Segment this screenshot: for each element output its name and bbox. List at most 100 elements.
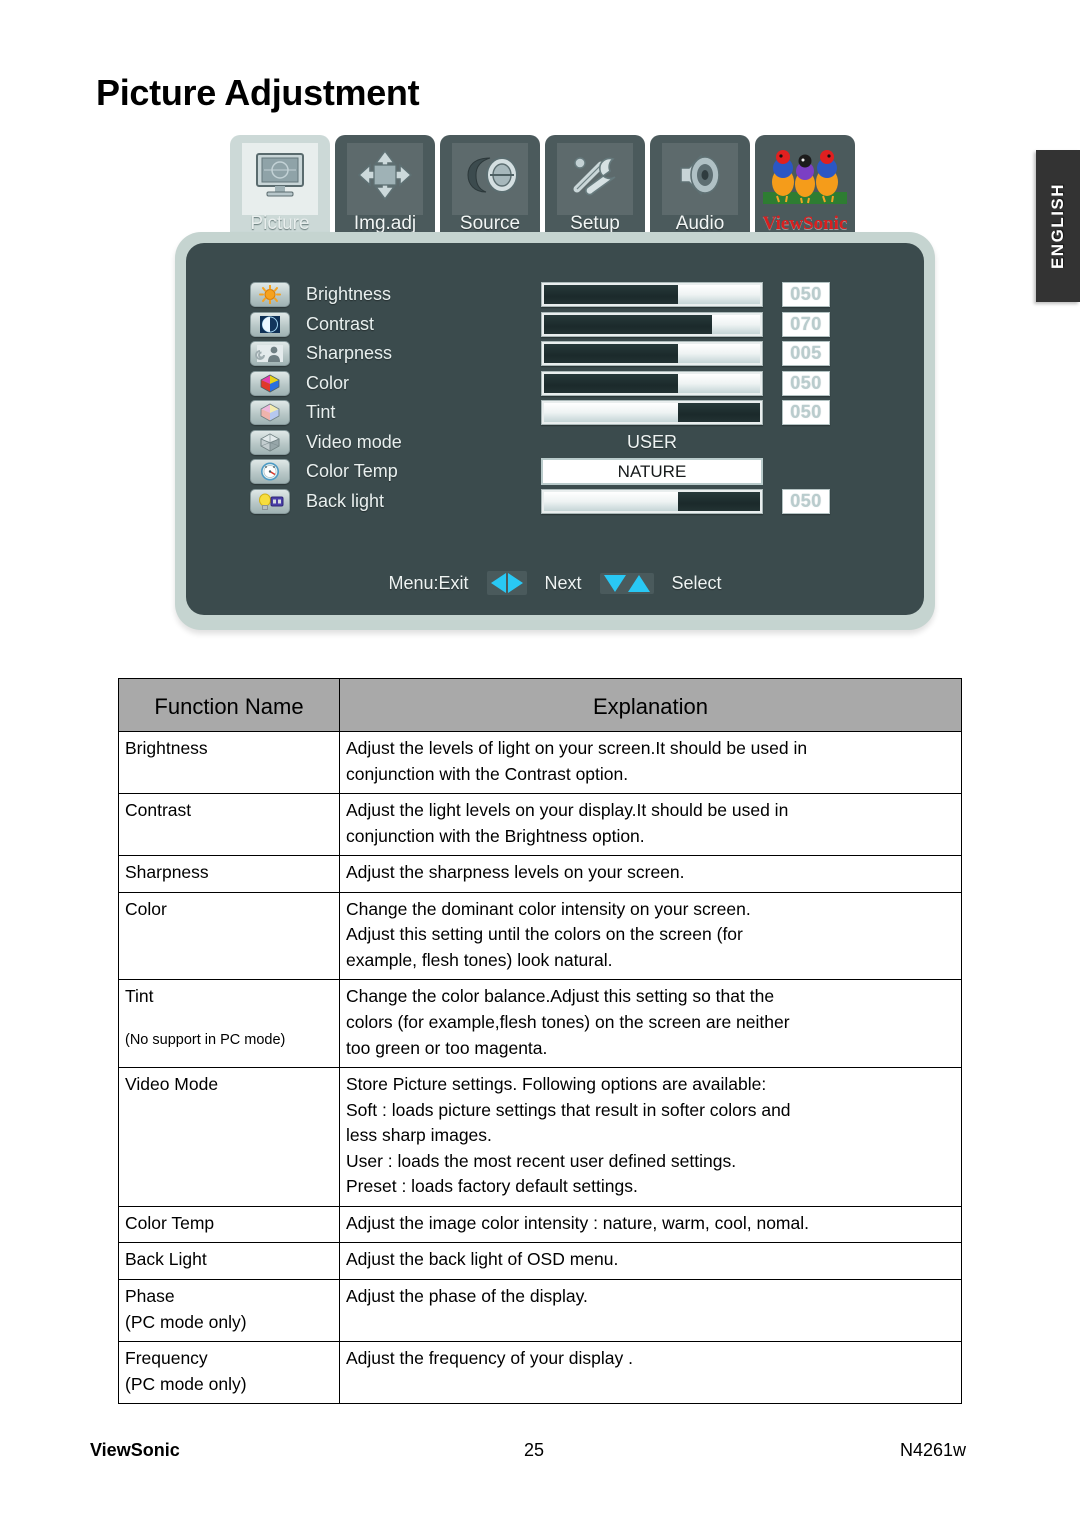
osd-exit-label: Menu:Exit	[388, 572, 469, 593]
osd-row-brightness[interactable]: Brightness 050	[186, 280, 924, 309]
explanation-line: Change the dominant color intensity on y…	[346, 898, 751, 919]
gauge-icon	[250, 459, 290, 484]
table-row: Video Mode Store Picture settings. Follow…	[118, 1067, 962, 1207]
osd-shell: Brightness 050 Contrast 070 Sharpness 005 Colo…	[175, 232, 935, 630]
sun-icon	[250, 282, 290, 307]
osd-row-contrast[interactable]: Contrast 070	[186, 310, 924, 339]
right-arrow-icon	[507, 573, 523, 593]
osd-row-color[interactable]: Color 050	[186, 369, 924, 398]
explanation-line: conjunction with the Brightness option.	[346, 825, 645, 846]
down-arrow-icon	[603, 574, 626, 592]
osd-slider-contrast[interactable]	[541, 311, 763, 337]
osd-slider-sharpness[interactable]	[541, 341, 763, 366]
osd-select-value: NATURE	[617, 461, 687, 481]
explanation-line: Adjust this setting until the colors on …	[346, 924, 743, 945]
left-right-arrow-keys-icon[interactable]	[486, 571, 527, 595]
osd-row-label: Contrast	[306, 313, 375, 334]
osd-row-label: Color Temp	[306, 461, 398, 481]
osd-tab-label: Setup	[570, 213, 620, 234]
table-row: Tint (No support in PC mode) Change the co…	[118, 979, 962, 1069]
osd-value-text: 005	[790, 343, 822, 363]
function-name-note: (No support in PC mode)	[125, 1032, 286, 1049]
osd-tab-picture[interactable]: Picture	[230, 135, 330, 238]
osd-value-text: 050	[790, 490, 822, 511]
slider-track	[677, 344, 760, 363]
osd-select-color-temp[interactable]: NATURE	[541, 458, 763, 485]
osd-footer-bar: Menu:Exit Next Select	[186, 571, 924, 595]
function-name-cell: Brightness	[118, 731, 340, 795]
explanation-line: Adjust the levels of light on your scree…	[346, 738, 808, 759]
explanation-line: Adjust the back light of OSD menu.	[346, 1249, 619, 1270]
person-icon	[250, 341, 290, 366]
explanation-line: Preset : loads factory default settings.	[346, 1176, 638, 1197]
osd-value-back-light: 050	[782, 488, 830, 514]
table-header-row: Function Name Explanation	[118, 677, 962, 733]
header-explanation: Explanation	[339, 677, 962, 733]
osd-value-text: 070	[790, 313, 822, 334]
osd-row-tint[interactable]: Tint 050	[186, 398, 924, 427]
table-row: Frequency (PC mode only) Adjust the frequ…	[118, 1341, 962, 1405]
explanation-line: conjunction with the Contrast option.	[346, 763, 629, 784]
function-name-cell: Video Mode	[118, 1067, 340, 1207]
contrast-icon	[250, 311, 290, 337]
osd-select-label: Select	[671, 572, 722, 593]
header-function-name: Function Name	[118, 677, 340, 733]
osd-tab-source[interactable]: Source	[440, 135, 540, 238]
function-table: Function Name Explanation Brightness Adju…	[118, 677, 962, 1405]
osd-tab-viewsonic[interactable]: ViewSonic	[755, 135, 855, 238]
osd-value-brightness: 050	[782, 282, 830, 307]
table-row: Contrast Adjust the light levels on your …	[118, 793, 962, 857]
explanation-cell: Adjust the frequency of your display .	[339, 1341, 962, 1405]
explanation-cell: Adjust the back light of OSD menu.	[339, 1242, 962, 1280]
osd-slider-brightness[interactable]	[541, 282, 763, 307]
color-cube-icon	[250, 370, 290, 396]
up-down-arrow-keys-icon[interactable]	[599, 572, 654, 594]
function-name-cell: Sharpness	[118, 855, 340, 893]
explanation-cell: Adjust the light levels on your display.…	[339, 793, 962, 857]
language-tab-label: ENGLISH	[1048, 182, 1067, 270]
tools-icon	[545, 135, 645, 214]
slider-track	[712, 314, 760, 334]
table-row: Color Temp Adjust the image color intensi…	[118, 1205, 962, 1244]
explanation-line: Adjust the light levels on your display.…	[346, 800, 789, 821]
function-name-cell: Color Temp	[118, 1205, 340, 1244]
gray-cube-icon	[250, 429, 290, 455]
osd-tab-audio[interactable]: Audio	[650, 135, 750, 238]
tint-cube-icon	[250, 400, 290, 425]
osd-value-color: 050	[782, 370, 830, 396]
osd-slider-tint[interactable]	[541, 400, 763, 425]
osd-value-text: 050	[790, 284, 822, 304]
slider-fill	[544, 491, 678, 511]
osd-row-back-light[interactable]: Back light 050	[186, 487, 924, 516]
slider-fill	[544, 403, 678, 422]
osd-row-label: Sharpness	[306, 343, 393, 363]
explanation-cell: Change the dominant color intensity on y…	[339, 891, 962, 981]
osd-row-video-mode[interactable]: Video mode USER	[186, 428, 924, 457]
osd-slider-color[interactable]	[541, 370, 763, 396]
explanation-line: Change the color balance.Adjust this set…	[346, 986, 775, 1007]
osd-value-tint: 050	[782, 400, 830, 425]
explanation-cell: Adjust the sharpness levels on your scre…	[339, 855, 962, 893]
explanation-line: Adjust the image color intensity : natur…	[346, 1212, 809, 1233]
monitor-icon	[230, 135, 330, 214]
footer-model: N4261w	[900, 1440, 967, 1460]
osd-row-color-temp[interactable]: Color Temp NATURE	[186, 457, 924, 486]
function-name-cell: Back Light	[118, 1242, 340, 1280]
explanation-line: too green or too magenta.	[346, 1037, 548, 1058]
osd-row-label: Color	[306, 372, 350, 393]
slider-track	[677, 373, 760, 393]
osd-tab-setup[interactable]: Setup	[545, 135, 645, 238]
osd-row-sharpness[interactable]: Sharpness 005	[186, 339, 924, 368]
osd-tab-img-adj[interactable]: Img.adj	[335, 135, 435, 238]
explanation-line: Adjust the frequency of your display .	[346, 1348, 633, 1369]
up-arrow-icon	[627, 574, 650, 592]
page-title: Picture Adjustment	[96, 72, 420, 113]
slider-fill	[544, 314, 713, 334]
bulb-icon	[250, 488, 290, 514]
function-name-cell: Frequency (PC mode only)	[118, 1341, 340, 1405]
osd-slider-back-light[interactable]	[541, 488, 763, 514]
slider-track	[677, 491, 760, 511]
language-tab: ENGLISH	[1036, 150, 1080, 302]
explanation-line: Store Picture settings. Following option…	[346, 1074, 767, 1095]
osd-next-label: Next	[544, 572, 582, 593]
